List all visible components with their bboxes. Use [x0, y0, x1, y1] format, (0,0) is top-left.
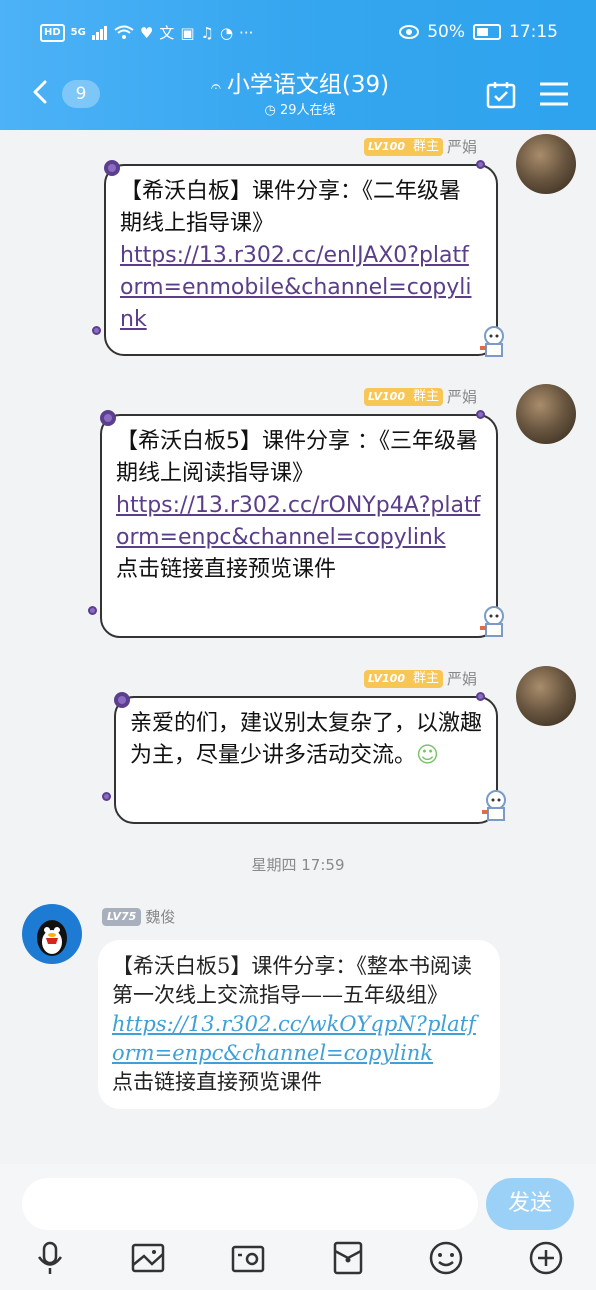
- level-badge: LV100: [364, 669, 409, 688]
- battery-percent: 50%: [427, 22, 465, 42]
- menu-icon[interactable]: [540, 82, 568, 106]
- germ-decoration-icon: [476, 410, 485, 419]
- status-bar: HD 5G ♥ 文 ▣ ♫ ◔ ··· 50% 17:15: [0, 0, 596, 66]
- app-icon-2: ▣: [180, 23, 195, 42]
- signal-5g: 5G: [70, 27, 86, 38]
- input-bar: 发送: [0, 1164, 596, 1290]
- qq-penguin-icon: [37, 920, 67, 956]
- germ-decoration-icon: [104, 160, 120, 176]
- calendar-check-icon[interactable]: [486, 80, 516, 110]
- role-badge: 群主: [408, 669, 443, 688]
- send-button[interactable]: 发送: [486, 1178, 574, 1230]
- message-footer: 点击链接直接预览课件: [116, 557, 337, 582]
- app-icon-1: 文: [159, 24, 175, 42]
- level-badge: LV75: [102, 907, 142, 926]
- sender-meta: LV100 群主 严娟: [364, 668, 477, 689]
- germ-decoration-icon: [92, 326, 101, 335]
- role-badge: 群主: [408, 387, 443, 406]
- message-text: 【希沃白板】课件分享：《二年级暑期线上指导课》: [120, 179, 462, 236]
- emoji-sticker-icon: ☺: [416, 743, 439, 768]
- avatar[interactable]: [516, 384, 576, 444]
- avatar[interactable]: [516, 134, 576, 194]
- message-bubble[interactable]: 亲爱的们，建议别太复杂了，以激趣为主，尽量少讲多活动交流。☺: [114, 696, 498, 824]
- red-packet-icon[interactable]: [330, 1240, 366, 1276]
- camera-icon[interactable]: [230, 1240, 266, 1276]
- message-input[interactable]: [22, 1178, 478, 1230]
- back-arrow-icon[interactable]: [32, 80, 48, 104]
- germ-decoration-icon: [114, 692, 130, 708]
- level-badge: LV100: [364, 137, 409, 156]
- germ-decoration-icon: [88, 606, 97, 615]
- sender-name: 严娟: [447, 388, 478, 406]
- sender-meta: LV75 魏俊: [102, 906, 175, 927]
- ear-icon: 𝄐: [210, 76, 221, 97]
- time-divider: 星期四 17:59: [251, 856, 345, 874]
- message-footer: 点击链接直接预览课件: [112, 1070, 322, 1094]
- clock: 17:15: [509, 22, 558, 42]
- image-icon[interactable]: [130, 1240, 166, 1276]
- role-badge: 群主: [408, 137, 443, 156]
- signal-icon: [91, 25, 107, 40]
- avatar[interactable]: [22, 904, 82, 964]
- music-icon: ♫: [200, 23, 214, 42]
- app-icon-3: ◔: [219, 23, 234, 42]
- doctor-sticker-icon: [480, 606, 504, 637]
- online-count: 29人在线: [279, 103, 336, 118]
- doctor-sticker-icon: [480, 326, 504, 357]
- doctor-sticker-icon: [482, 790, 506, 821]
- message-link[interactable]: https://13.r302.cc/enlJAX0?platform=enmo…: [120, 240, 482, 336]
- message-text: 亲爱的们，建议别太复杂了，以激趣为主，尽量少讲多活动交流。☺: [130, 708, 482, 772]
- wifi-icon: [114, 25, 134, 39]
- avatar[interactable]: [516, 666, 576, 726]
- message-text: 【希沃白板5】课件分享 ：《三年级暑期线上阅读指导课》: [116, 429, 478, 486]
- sender-name: 魏俊: [145, 908, 176, 926]
- hd-indicator: HD: [40, 23, 65, 42]
- eye-icon: [399, 25, 420, 39]
- germ-decoration-icon: [102, 792, 111, 801]
- germ-decoration-icon: [476, 160, 485, 169]
- message-bubble[interactable]: 【希沃白板5】课件分享 ：《三年级暑期线上阅读指导课》 https://13.r…: [100, 414, 498, 638]
- message-bubble[interactable]: 【希沃白板】课件分享：《二年级暑期线上指导课》 https://13.r302.…: [104, 164, 498, 356]
- sender-name: 严娟: [447, 670, 478, 688]
- mic-icon[interactable]: [32, 1240, 68, 1276]
- chat-title-area[interactable]: 𝄐 小学语文组(39) ◷ 29人在线: [150, 70, 450, 120]
- more-dots-icon: ···: [239, 23, 254, 42]
- sender-meta: LV100 群主 严娟: [364, 386, 477, 407]
- level-badge: LV100: [364, 387, 409, 406]
- unread-count-badge[interactable]: 9: [62, 80, 100, 108]
- plus-icon[interactable]: [528, 1240, 564, 1276]
- online-icon: ◷: [264, 103, 280, 118]
- emoji-icon[interactable]: [428, 1240, 464, 1276]
- message-link[interactable]: https://13.r302.cc/wkOYqpN?platform=enpc…: [112, 1010, 486, 1068]
- chat-header: HD 5G ♥ 文 ▣ ♫ ◔ ··· 50% 17:15 9 𝄐 小学语文组(3…: [0, 0, 596, 130]
- heart-icon: ♥: [139, 23, 154, 42]
- germ-decoration-icon: [476, 692, 485, 701]
- message-text: 【希沃白板5】课件分享：《整本书阅读第一次线上交流指导——五年级组》: [112, 954, 472, 1007]
- sender-name: 严娟: [447, 138, 478, 156]
- message-bubble[interactable]: 【希沃白板5】课件分享：《整本书阅读第一次线上交流指导——五年级组》 https…: [98, 940, 500, 1109]
- sender-meta: LV100 群主 严娟: [364, 136, 477, 157]
- message-link[interactable]: https://13.r302.cc/rONYp4A?platform=enpc…: [116, 490, 482, 554]
- germ-decoration-icon: [100, 410, 116, 426]
- group-title: 小学语文组(39): [226, 72, 390, 98]
- battery-icon: [473, 24, 501, 40]
